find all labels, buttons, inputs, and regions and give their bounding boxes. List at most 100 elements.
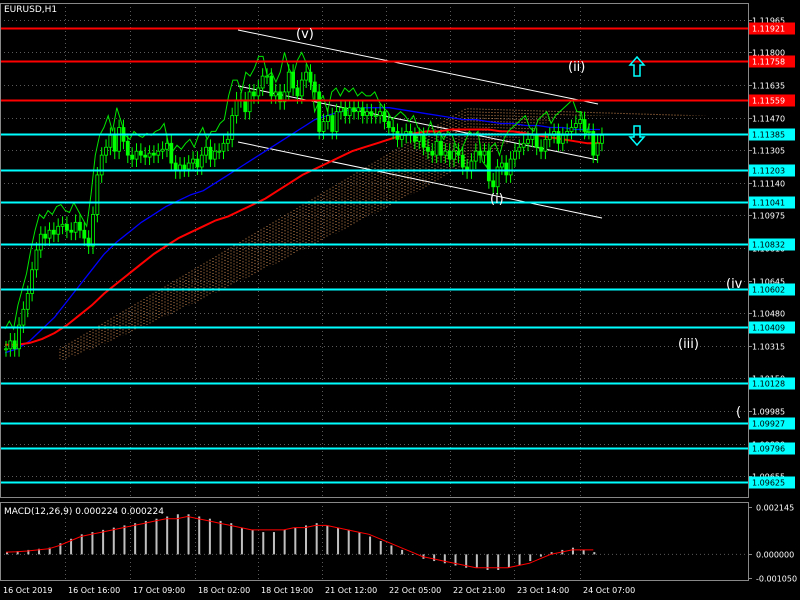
y-tick-label: 1.11635 (752, 82, 785, 91)
macd-bar (176, 514, 179, 555)
candle-body (478, 150, 483, 156)
level-tag-label: 1.10832 (752, 241, 785, 250)
candle-body (82, 229, 87, 239)
level-tag-label: 1.11203 (752, 167, 785, 176)
candle-body (104, 146, 108, 156)
x-tick-label: 21 Oct 12:00 (325, 586, 377, 595)
candle-body (434, 140, 439, 156)
candle-body (352, 107, 356, 113)
candle-body (43, 233, 48, 239)
level-tag-label: 1.10602 (752, 286, 785, 295)
candle-body (47, 229, 52, 239)
candle-body (247, 91, 252, 113)
candle-body (430, 150, 435, 156)
wave-label-iv: (iv (726, 277, 743, 292)
candle-body (260, 75, 265, 89)
level-tag-label: 1.09625 (752, 479, 785, 488)
macd-bar (102, 529, 105, 555)
x-tick-label: 23 Oct 14:00 (517, 586, 569, 595)
macd-y-tick-label: 0.002145 (756, 504, 794, 513)
wave-label-iii: (iii) (678, 337, 699, 352)
macd-bar (369, 536, 372, 555)
candle-body (191, 158, 195, 164)
macd-bar (475, 554, 478, 568)
candle-body (108, 134, 113, 148)
y-tick-label: 1.09985 (752, 408, 785, 417)
macd-bar (337, 527, 340, 555)
macd-bar (166, 516, 169, 555)
candle-body (460, 154, 465, 168)
macd-bar (134, 523, 137, 555)
y-tick-label: 1.11140 (752, 180, 785, 189)
candle-body (295, 87, 300, 97)
candle-body (34, 249, 39, 271)
candle-body (600, 134, 604, 144)
candle-body (386, 121, 391, 128)
macd-bar (91, 532, 94, 555)
candle-body (421, 134, 426, 148)
candle-body (234, 99, 239, 117)
x-tick-label: 22 Oct 05:00 (389, 586, 441, 595)
candle-body (317, 91, 322, 132)
candle-body (51, 229, 56, 235)
candle-body (343, 107, 348, 117)
candle-body (60, 223, 65, 227)
candle-body (195, 158, 200, 168)
candle-body (399, 134, 404, 140)
candle-body (130, 154, 135, 160)
candle-body (12, 340, 17, 350)
candle-body (312, 81, 317, 93)
x-tick-label: 16 Oct 16:00 (68, 586, 120, 595)
candle-body (556, 131, 561, 144)
candle-body (587, 131, 591, 133)
macd-bar (593, 552, 596, 555)
macd-bar (390, 545, 393, 555)
candle-body (491, 180, 496, 188)
candle-body (291, 71, 296, 89)
candle-body (78, 221, 82, 231)
candle-body (595, 142, 600, 156)
candle-body (25, 293, 30, 310)
candle-body (573, 123, 578, 128)
candle-body (513, 150, 517, 160)
candle-body (378, 111, 383, 117)
macd-bar (411, 554, 414, 555)
macd-bar (529, 554, 532, 562)
macd-bar (198, 516, 201, 555)
candle-body (417, 134, 422, 142)
level-tag-label: 1.11385 (752, 131, 785, 140)
candle-body (143, 154, 148, 158)
macd-bar (230, 523, 233, 555)
macd-bar (433, 554, 436, 562)
candle-body (365, 111, 369, 117)
macd-signal-line (5, 515, 594, 569)
candle-body (208, 146, 213, 160)
macd-bar (518, 554, 521, 566)
candle-body (230, 115, 235, 140)
candle-body (225, 138, 230, 144)
candle-body (160, 148, 165, 152)
candle-body (91, 214, 95, 247)
y-tick-label: 1.10315 (752, 343, 785, 352)
level-tag-label: 1.09927 (752, 420, 785, 429)
candle-body (221, 142, 226, 152)
candle-body (347, 107, 352, 117)
candle-body (65, 223, 69, 231)
candle-body (273, 91, 278, 97)
chart-svg: 16 Oct 2019 16 Oct 16:00 17 Oct 09:00 18 Oc… (0, 3, 797, 595)
candle-body (582, 119, 587, 132)
level-tag-label: 1.11921 (752, 25, 785, 34)
level-tag-label: 1.09796 (752, 445, 785, 454)
candle-body (186, 162, 191, 170)
candle-body (543, 138, 548, 152)
macd-bar (539, 554, 542, 557)
candle-body (138, 150, 143, 156)
candle-body (73, 221, 78, 233)
y-tick-label: 1.11470 (752, 115, 785, 124)
candle-body (508, 158, 513, 176)
candle-body (412, 134, 417, 142)
candle-body (151, 152, 156, 156)
candle-body (439, 140, 443, 156)
macd-bar (123, 525, 126, 555)
x-tick-label: 18 Oct 02:00 (198, 586, 250, 595)
